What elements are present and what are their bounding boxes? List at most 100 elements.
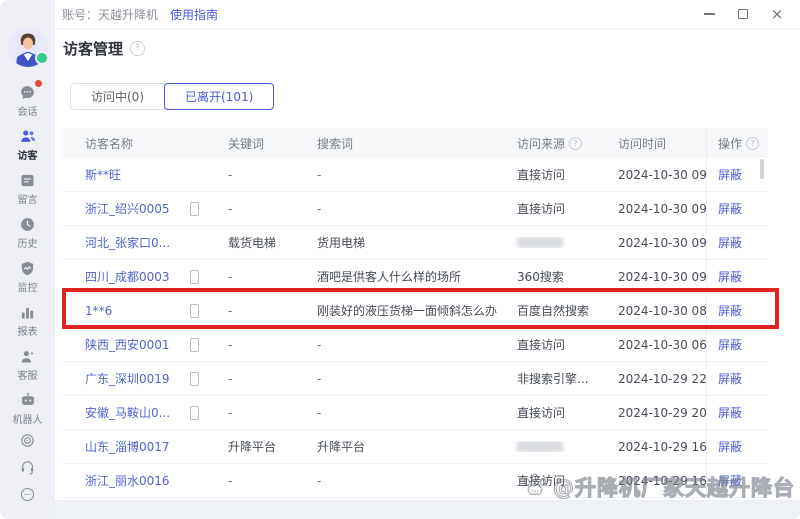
visit-source-cell: 直接访问 xyxy=(505,336,607,353)
sidebar-item-chat[interactable]: 会话 xyxy=(0,79,55,123)
sidebar-item-visitors[interactable]: 访客 xyxy=(0,123,55,167)
visitor-name-link[interactable]: 四川_成都0003 xyxy=(85,268,170,285)
table-row: 河北_张家口0...载货电梯货用电梯2024-10-30 09:2屏蔽 xyxy=(63,226,768,260)
close-icon[interactable]: × xyxy=(770,7,784,21)
phone-icon xyxy=(190,338,199,352)
column-header: 访客名称 xyxy=(63,135,215,152)
sidebar-item-monitor[interactable]: 监控 xyxy=(0,255,55,299)
sidebar-item-label: 历史 xyxy=(18,235,38,250)
tab-0[interactable]: 访问中(0) xyxy=(70,83,165,110)
sidebar: 会话访客留言历史监控报表客服机器人 xyxy=(0,0,55,519)
online-status-dot xyxy=(35,51,49,65)
table-body: 斯**旺--直接访问2024-10-30 09:4屏蔽浙江_绍兴0005--直接… xyxy=(63,158,768,519)
main-area: 账号：天越升降机 使用指南 × 访客管理 访问中(0)已离开(101) 访客名称… xyxy=(55,0,800,519)
block-button[interactable]: 屏蔽 xyxy=(718,268,742,285)
sidebar-item-report[interactable]: 报表 xyxy=(0,299,55,343)
app-window: 会话访客留言历史监控报表客服机器人 账号：天越升降机 使用指南 × 访客管理 访… xyxy=(0,0,800,519)
visitor-name-link[interactable]: 斯**旺 xyxy=(85,166,121,183)
visitor-name-link[interactable]: 1**6 xyxy=(85,304,112,318)
visitor-name-link[interactable]: 浙江_绍兴0005 xyxy=(85,200,170,217)
maximize-icon[interactable] xyxy=(736,7,750,21)
agent-icon xyxy=(19,347,36,365)
search-term-cell: 货用电梯 xyxy=(305,234,505,251)
search-term-cell: 酒吧是供客人什么样的场所 xyxy=(305,268,505,285)
phone-icon xyxy=(190,304,199,318)
block-button[interactable]: 屏蔽 xyxy=(718,472,742,489)
sidebar-item-history[interactable]: 历史 xyxy=(0,211,55,255)
table-row: 斯**旺--直接访问2024-10-30 09:4屏蔽 xyxy=(63,158,768,192)
search-term-cell: - xyxy=(305,168,505,182)
sidebar-item-agent[interactable]: 客服 xyxy=(0,343,55,387)
info-icon[interactable] xyxy=(746,137,759,150)
blurred-source xyxy=(517,237,563,248)
info-icon[interactable] xyxy=(569,137,582,150)
visitor-name-link[interactable]: 浙江_丽水0016 xyxy=(85,472,170,489)
block-button[interactable]: 屏蔽 xyxy=(718,166,742,183)
page-title: 访客管理 xyxy=(63,38,145,59)
action-cell: 屏蔽 xyxy=(706,396,768,429)
visit-source-cell xyxy=(505,441,607,452)
search-term-cell: - xyxy=(305,202,505,216)
minimize-icon[interactable] xyxy=(702,7,716,21)
block-button[interactable]: 屏蔽 xyxy=(718,200,742,217)
visitor-name-link[interactable]: 山东_淄博0017 xyxy=(85,438,170,455)
tab-1[interactable]: 已离开(101) xyxy=(164,83,274,110)
report-icon xyxy=(19,303,36,321)
block-button[interactable]: 屏蔽 xyxy=(718,302,742,319)
block-button[interactable]: 屏蔽 xyxy=(718,336,742,353)
topbar: 账号：天越升降机 使用指南 × xyxy=(55,0,800,29)
table-row: 四川_成都0003-酒吧是供客人什么样的场所360搜索2024-10-30 09… xyxy=(63,260,768,294)
help-icon[interactable] xyxy=(130,41,145,56)
visit-time-cell: 2024-10-30 09:4 xyxy=(607,168,706,182)
aim-icon[interactable] xyxy=(19,431,36,449)
visitor-name-link[interactable]: 陕西_西安0001 xyxy=(85,336,170,353)
visit-time-cell: 2024-10-29 16:2 xyxy=(607,440,706,454)
search-term-cell: 升降平台 xyxy=(305,438,505,455)
table-row: 山东_淄博0017 升降平台升降平台 2024-10-29 16:2 屏蔽 xyxy=(63,430,768,464)
more-icon[interactable] xyxy=(19,485,36,503)
column-header: 搜索词 xyxy=(305,135,505,152)
block-button[interactable]: 屏蔽 xyxy=(718,404,742,421)
visit-time-cell: 2024-10-29 22:4 xyxy=(607,372,706,386)
window-controls: × xyxy=(702,7,800,21)
headset-icon[interactable] xyxy=(19,458,36,476)
action-cell: 屏蔽 xyxy=(706,226,768,259)
sidebar-item-label: 留言 xyxy=(18,191,38,206)
column-header: 关键词 xyxy=(215,135,305,152)
monitor-icon xyxy=(19,259,36,277)
search-term-cell: - xyxy=(305,474,505,488)
visit-time-cell: 2024-10-30 09:3 xyxy=(607,202,706,216)
visitor-name-link[interactable]: 安徽_马鞍山0... xyxy=(85,404,170,421)
block-button[interactable]: 屏蔽 xyxy=(718,234,742,251)
sidebar-item-label: 报表 xyxy=(18,323,38,338)
keyword-cell: 升降平台 xyxy=(215,438,305,455)
action-cell: 屏蔽 xyxy=(706,362,768,395)
visitor-name-link[interactable]: 河北_张家口0... xyxy=(85,234,170,251)
sidebar-item-label: 客服 xyxy=(18,367,38,382)
scrollbar-thumb[interactable] xyxy=(760,159,764,179)
account-label: 账号：天越升降机 xyxy=(62,6,158,23)
usage-guide-link[interactable]: 使用指南 xyxy=(170,6,218,23)
search-term-cell: - xyxy=(305,372,505,386)
phone-icon xyxy=(190,202,199,216)
block-button[interactable]: 屏蔽 xyxy=(718,438,742,455)
visit-source-cell: 直接访问 xyxy=(505,166,607,183)
table-row: 陕西_西安0001--直接访问2024-10-30 06:2屏蔽 xyxy=(63,328,768,362)
column-header: 操作 xyxy=(706,128,768,158)
sidebar-item-robot[interactable]: 机器人 xyxy=(0,387,55,431)
visit-time-cell: 2024-10-30 08:0 xyxy=(607,304,706,318)
phone-icon xyxy=(190,372,199,386)
blurred-source xyxy=(517,441,563,452)
visitor-name-link[interactable]: 广东_深圳0019 xyxy=(85,370,170,387)
sidebar-item-label: 监控 xyxy=(18,279,38,294)
block-button[interactable]: 屏蔽 xyxy=(718,370,742,387)
sidebar-item-message[interactable]: 留言 xyxy=(0,167,55,211)
column-header: 访问时间 xyxy=(607,135,706,152)
visit-time-cell: 2024-10-30 06:2 xyxy=(607,338,706,352)
phone-icon xyxy=(190,270,199,284)
avatar[interactable] xyxy=(8,27,48,67)
robot-icon xyxy=(19,391,37,409)
action-cell: 屏蔽 xyxy=(706,260,768,293)
search-term-cell: - xyxy=(305,406,505,420)
visit-source-cell: 直接访问 xyxy=(505,200,607,217)
